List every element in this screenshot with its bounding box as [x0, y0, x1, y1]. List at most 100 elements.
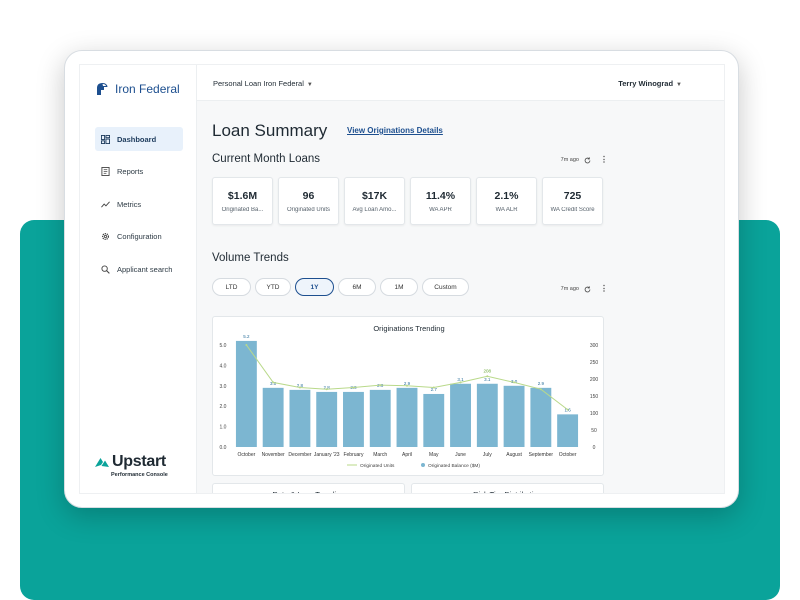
- kpi-label: WA ALR: [495, 207, 518, 213]
- upstart-logo: Upstart Performance Console: [95, 453, 168, 478]
- kpi-card[interactable]: $17K Avg Loan Amo...: [344, 177, 405, 225]
- range-selector: LTD YTD 1Y 6M 1M Custom: [212, 278, 469, 296]
- units-point: [566, 408, 569, 411]
- user-menu[interactable]: Terry Winograd ▼: [618, 79, 682, 88]
- chart-bar: [396, 387, 418, 447]
- sidebar-item-configuration[interactable]: Configuration: [95, 225, 183, 249]
- sidebar-item-label: Dashboard: [117, 134, 157, 144]
- chart-bar: [343, 391, 364, 447]
- y-left-tick-label: 0.0: [220, 445, 227, 451]
- kpi-row: $1.6M Originated Ba... 96 Originated Units…: [212, 177, 603, 225]
- units-point: [298, 386, 301, 389]
- legend-label: Originated Balance ($M): [428, 463, 480, 469]
- user-name: Terry Winograd: [618, 79, 674, 88]
- x-tick-label: September: [529, 452, 554, 458]
- refresh-icon[interactable]: [584, 156, 591, 164]
- kpi-card[interactable]: $1.6M Originated Ba...: [212, 177, 273, 225]
- view-originations-link[interactable]: View Originations Details: [347, 126, 443, 135]
- kpi-card[interactable]: 2.1% WA ALR: [476, 177, 537, 225]
- upstart-mark-icon: [95, 457, 109, 467]
- dashboard-icon: [101, 134, 110, 144]
- rate-loss-card-title[interactable]: Rate & Loss Trending: [212, 483, 405, 493]
- originations-chart-card: Originations Trending 0.0 1.0 2.0 3.0 4.0 5.0 0…: [212, 316, 604, 476]
- y-right-tick-label: 250: [590, 360, 599, 366]
- kebab-menu-icon[interactable]: ⋮: [600, 156, 608, 164]
- range-pill-1m[interactable]: 1M: [380, 278, 418, 296]
- y-right-tick-label: 0: [593, 445, 596, 451]
- chart-bar: [316, 391, 338, 447]
- y-left-tick-label: 1.0: [220, 425, 227, 431]
- chart-bar: [476, 383, 498, 447]
- volume-trends-refresh: 7m ago ⋮: [561, 285, 608, 293]
- units-point: [459, 381, 462, 384]
- app-window: Iron Federal Dashboard Reports Metrics C…: [79, 64, 725, 494]
- page-title: Loan Summary: [212, 121, 328, 140]
- current-month-refresh: 7m ago ⋮: [561, 156, 608, 164]
- units-point: [513, 381, 516, 384]
- refresh-icon[interactable]: [584, 285, 591, 293]
- kpi-label: Originated Ba...: [221, 207, 264, 213]
- risk-tier-card-title[interactable]: Risk Tier Distribution: [411, 483, 604, 493]
- section-title-current-month: Current Month Loans: [212, 153, 321, 165]
- y-left-tick-label: 3.0: [220, 384, 227, 390]
- x-tick-label: February: [343, 452, 364, 458]
- kpi-value: 725: [563, 190, 582, 202]
- kpi-value: $17K: [361, 190, 388, 202]
- units-point: [379, 384, 382, 387]
- x-tick-label: August: [506, 452, 522, 458]
- updated-time: 7m ago: [560, 157, 579, 163]
- sidebar-item-metrics[interactable]: Metrics: [95, 192, 183, 216]
- section-title-volume-trends: Volume Trends: [212, 252, 289, 264]
- units-point: [325, 388, 328, 391]
- x-tick-label: November: [262, 452, 285, 458]
- kpi-label: Avg Loan Amo...: [352, 207, 397, 213]
- originations-chart: Originations Trending 0.0 1.0 2.0 3.0 4.0 5.0 0…: [220, 324, 599, 469]
- upstart-name: Upstart: [112, 453, 166, 470]
- chart-bar: [289, 389, 311, 447]
- range-pill-ltd[interactable]: LTD: [212, 278, 251, 296]
- sidebar-nav: Dashboard Reports Metrics Configuration …: [95, 127, 183, 290]
- kpi-card[interactable]: 725 WA Credit Score: [542, 177, 603, 225]
- units-point: [406, 384, 408, 387]
- units-point: [432, 386, 435, 389]
- x-tick-label: June: [455, 452, 466, 458]
- search-icon: [101, 264, 110, 274]
- y-right-tick-label: 200: [590, 377, 599, 383]
- main-content: Loan Summary View Originations Details C…: [197, 101, 724, 493]
- kpi-label: Originated Units: [286, 207, 331, 213]
- y-right-tick-label: 150: [590, 394, 599, 400]
- kpi-value: 96: [302, 190, 315, 202]
- kpi-label: WA APR: [429, 207, 452, 213]
- x-tick-label: October: [237, 452, 255, 458]
- range-pill-custom[interactable]: Custom: [422, 278, 469, 296]
- kpi-value: 2.1%: [494, 190, 519, 202]
- y-left-tick-label: 4.0: [220, 363, 227, 369]
- chart-bar: [557, 414, 579, 447]
- sidebar: Iron Federal Dashboard Reports Metrics C…: [80, 65, 197, 493]
- kpi-card[interactable]: 11.4% WA APR: [410, 177, 471, 225]
- reports-icon: [101, 167, 110, 176]
- product-select[interactable]: Personal Loan Iron Federal ▼: [213, 79, 313, 88]
- helmet-logo-icon: [97, 83, 108, 95]
- range-pill-ytd[interactable]: YTD: [255, 278, 291, 296]
- sidebar-item-applicant-search[interactable]: Applicant search: [95, 257, 183, 281]
- kpi-value: 11.4%: [425, 190, 456, 202]
- range-pill-6m[interactable]: 6M: [338, 278, 376, 296]
- chart-bar: [530, 387, 552, 447]
- bar-value-label: 3.1: [484, 377, 491, 382]
- kebab-menu-icon[interactable]: ⋮: [600, 285, 608, 293]
- units-point: [539, 388, 542, 391]
- sidebar-item-dashboard[interactable]: Dashboard: [95, 127, 183, 151]
- chevron-down-icon: ▼: [306, 82, 313, 88]
- units-point: [486, 375, 489, 378]
- sidebar-item-label: Reports: [117, 167, 144, 176]
- range-pill-1y[interactable]: 1Y: [295, 278, 334, 296]
- kpi-card[interactable]: 96 Originated Units: [278, 177, 339, 225]
- chart-bar: [503, 385, 525, 447]
- sidebar-item-label: Metrics: [117, 199, 142, 209]
- brand[interactable]: Iron Federal: [94, 81, 180, 97]
- chart-bar: [423, 393, 445, 447]
- sidebar-item-reports[interactable]: Reports: [95, 160, 183, 184]
- kpi-value: $1.6M: [227, 190, 258, 202]
- gear-icon: [101, 232, 110, 241]
